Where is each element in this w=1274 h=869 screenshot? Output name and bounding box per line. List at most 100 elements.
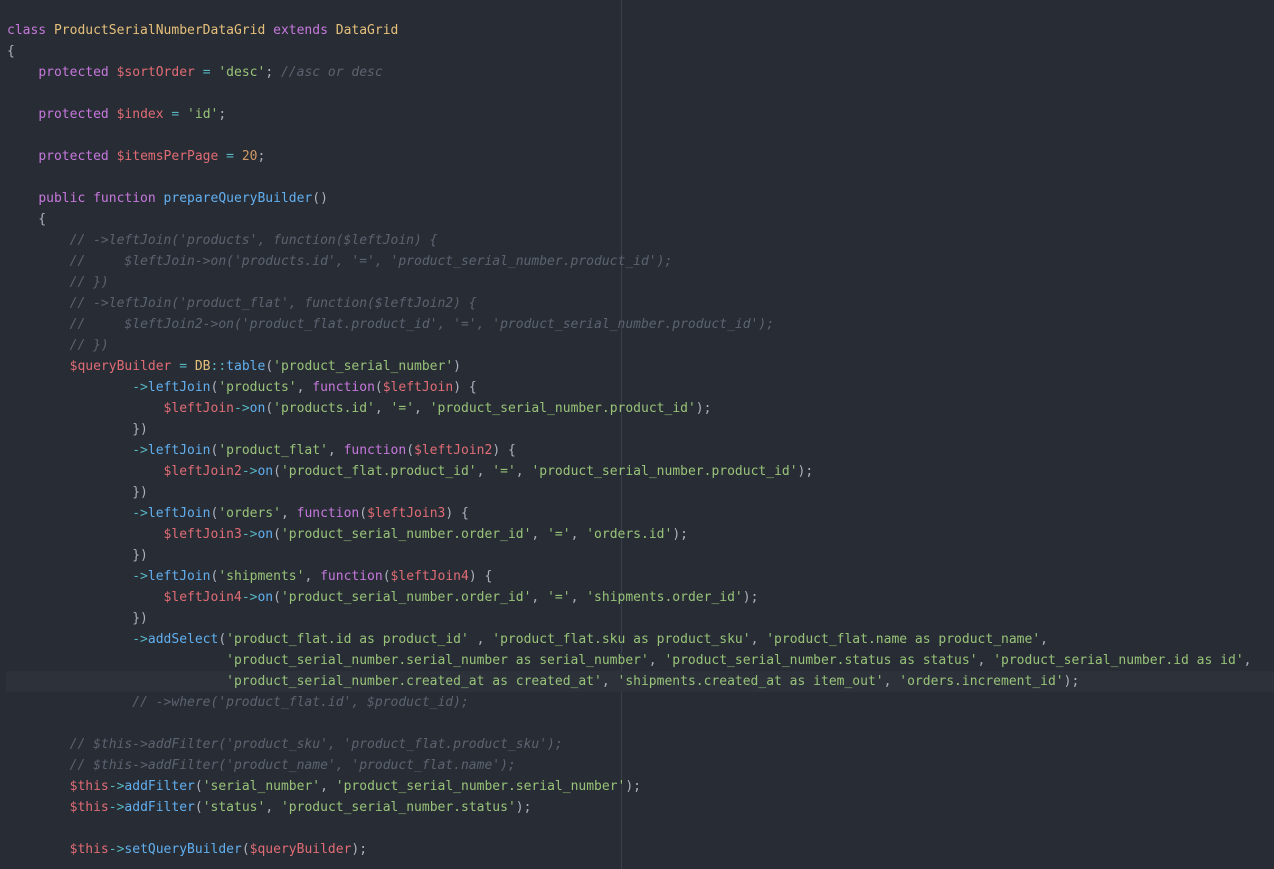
code-line[interactable]: { [7,41,1274,62]
code-token-plain: ( [273,464,281,479]
code-token-plain: ( [241,842,250,857]
code-line[interactable]: ​ [7,125,1274,146]
code-token-plain: { [7,44,15,59]
code-token-string: 'orders.increment_id' [899,674,1064,689]
code-token-plain: , [515,464,532,479]
code-token-string: '=' [547,527,571,542]
code-line[interactable]: $queryBuilder = DB::table('product_seria… [7,356,1274,377]
code-line[interactable]: $leftJoin4->on('product_serial_number.or… [7,587,1274,608]
code-token-string: 'product_flat.sku as product_sku' [492,632,751,647]
code-token-function: table [226,359,266,374]
code-token-operator: -> [108,842,125,857]
code-line[interactable]: }) [7,545,1274,566]
code-token-string: 'product_flat' [218,443,328,458]
code-line[interactable]: ->leftJoin('products', function($leftJoi… [7,377,1274,398]
code-token-keyword: protected [38,65,117,80]
code-area[interactable]: class ProductSerialNumberDataGrid extend… [6,20,1274,860]
code-line[interactable]: $this->setQueryBuilder($queryBuilder); [7,839,1274,860]
code-token-plain: }) [7,422,148,437]
code-line[interactable]: // ->where('product_flat.id', $product_i… [7,692,1274,713]
code-token-string: 'product_serial_number.id as [993,653,1221,668]
code-token-keyword: function [312,380,375,395]
code-line[interactable]: $this->addFilter('serial_number', 'produ… [7,776,1274,797]
code-line[interactable]: }) [7,608,1274,629]
code-token-plain: , [476,464,493,479]
code-line[interactable]: 'product_serial_number.serial_number as … [7,650,1274,671]
code-line[interactable]: }) [7,482,1274,503]
code-token-string: 'product_flat.name as product_name' [766,632,1041,647]
code-token-keyword: function [343,443,407,458]
code-line[interactable]: { [7,209,1274,230]
code-token-variable: $this [69,842,109,857]
code-line[interactable]: class ProductSerialNumberDataGrid extend… [7,20,1274,41]
code-token-string: 'product_serial_number' [273,359,454,374]
code-line[interactable]: ​ [7,713,1274,734]
code-token-variable: $leftJoin2 [414,443,493,458]
code-token-variable: $leftJoin4 [390,569,469,584]
code-token-comment: // ->leftJoin('products', function($left… [69,233,438,248]
code-line[interactable]: // $this->addFilter('product_name', 'pro… [7,755,1274,776]
code-line[interactable]: ->leftJoin('orders', function($leftJoin3… [7,503,1274,524]
code-token-string: 'product_serial_number.order_id' [280,527,532,542]
code-token-function: on [257,590,274,605]
code-token-variable: $leftJoin3 [163,527,242,542]
code-token-plain: ) [453,359,461,374]
code-token-variable: $leftJoin4 [163,590,242,605]
code-token-string: 'product_serial_number.serial_number as … [226,653,649,668]
code-line[interactable]: ​ [7,83,1274,104]
code-line[interactable]: protected $index = 'id'; [7,104,1274,125]
code-line[interactable]: // ->leftJoin('product_flat', function($… [7,293,1274,314]
code-token-operator: = [171,107,188,122]
code-token-function: leftJoin [147,506,211,521]
code-token-operator: = [202,65,219,80]
code-token-operator: -> [132,380,148,395]
code-token-plain: ) { [445,506,469,521]
code-editor[interactable]: class ProductSerialNumberDataGrid extend… [0,0,1274,869]
code-token-string: 'product_serial_number.product_id' [429,401,696,416]
code-line[interactable]: protected $sortOrder = 'desc'; //asc or … [7,62,1274,83]
code-line[interactable]: $leftJoin3->on('product_serial_number.or… [7,524,1274,545]
code-line[interactable]: ​ [7,167,1274,188]
code-token-function: on [257,527,274,542]
code-line[interactable]: $this->addFilter('status', 'product_seri… [7,797,1274,818]
code-line[interactable]: ​ [7,818,1274,839]
code-line[interactable]: ->addSelect('product_flat.id as product_… [7,629,1274,650]
code-line[interactable]: // }) [7,272,1274,293]
code-line[interactable]: }) [7,419,1274,440]
code-line[interactable]: $leftJoin->on('products.id', '=', 'produ… [7,398,1274,419]
code-token-string: 'products' [218,380,297,395]
code-line[interactable]: // $this->addFilter('product_sku', 'prod… [7,734,1274,755]
code-token-string: 'product_serial_number.order_id' [280,590,532,605]
code-token-plain: , [601,674,618,689]
code-token-variable: $leftJoin2 [163,464,242,479]
code-token-string: 'serial_number' [202,779,321,794]
code-line[interactable]: $leftJoin2->on('product_flat.product_id'… [7,461,1274,482]
code-token-number: 20 [241,149,258,164]
code-token-plain: }) [7,548,148,563]
code-line[interactable]: // ->leftJoin('products', function($left… [7,230,1274,251]
code-line[interactable]: protected $itemsPerPage = 20; [7,146,1274,167]
code-token-string: 'product_serial_number.status' [280,800,516,815]
code-token-operator: -> [241,464,258,479]
code-line[interactable]: public function prepareQueryBuilder() [7,188,1274,209]
code-line[interactable]: // }) [7,335,1274,356]
code-line-current[interactable]: 'product_serial_number.created_at as cre… [6,671,1274,692]
code-token-keyword: protected [38,149,117,164]
code-token-plain: ); [1063,674,1080,689]
code-line[interactable]: ->leftJoin('shipments', function($leftJo… [7,566,1274,587]
code-token-string: 'id' [187,107,219,122]
code-token-function: on [257,464,274,479]
code-line[interactable]: // $leftJoin->on('products.id', '=', 'pr… [7,251,1274,272]
code-token-plain: ( [382,569,391,584]
code-line[interactable]: ->leftJoin('product_flat', function($lef… [7,440,1274,461]
code-line[interactable]: // $leftJoin2->on('product_flat.product_… [7,314,1274,335]
